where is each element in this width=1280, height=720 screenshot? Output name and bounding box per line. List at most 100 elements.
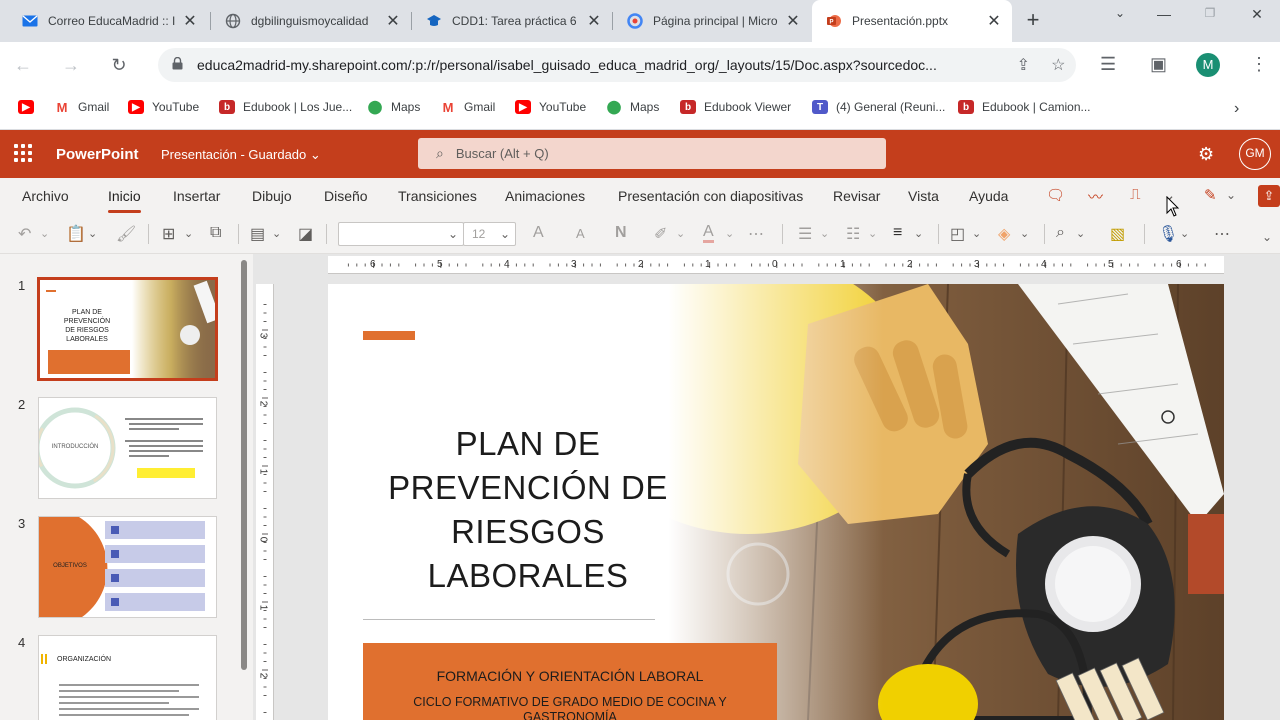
- back-icon[interactable]: ←: [10, 52, 36, 78]
- tab-dibujo[interactable]: Dibujo: [252, 188, 292, 204]
- tab-vista[interactable]: Vista: [908, 188, 939, 204]
- reading-list-icon[interactable]: ☰: [1100, 54, 1116, 75]
- bookmark-youtube[interactable]: ▶ YouTube: [515, 100, 586, 114]
- chevron-down-icon[interactable]: ⌄: [1262, 230, 1272, 244]
- app-launcher-icon[interactable]: [14, 144, 32, 162]
- tab-search-icon[interactable]: ⌄: [1106, 6, 1134, 20]
- chevron-down-icon[interactable]: ⌄: [725, 227, 734, 240]
- browser-tab-correo[interactable]: Correo EducaMadrid :: I ✕: [8, 0, 208, 42]
- close-window-button[interactable]: ✕: [1243, 6, 1271, 23]
- app-name[interactable]: PowerPoint: [56, 146, 139, 163]
- new-slide-icon[interactable]: ⊞: [162, 224, 175, 244]
- slide-1[interactable]: PLAN DE PREVENCIÓN DE RIESGOS LABORALES …: [328, 284, 1224, 720]
- chevron-down-icon[interactable]: ⌄: [1180, 227, 1189, 240]
- more-options-icon[interactable]: ⋯: [1214, 224, 1230, 244]
- reuse-slides-icon[interactable]: ⧉: [210, 224, 221, 242]
- share-icon[interactable]: ⇪: [1017, 55, 1030, 75]
- background-icon[interactable]: ◪: [298, 224, 313, 244]
- layout-icon[interactable]: ▤: [250, 224, 265, 244]
- shape-fill-icon[interactable]: ◈: [998, 224, 1010, 244]
- slide-title[interactable]: PLAN DE PREVENCIÓN DE RIESGOS LABORALES: [368, 422, 688, 598]
- chevron-down-icon[interactable]: ⌄: [1020, 227, 1029, 240]
- comments-icon[interactable]: 🗨: [1046, 186, 1065, 204]
- settings-gear-icon[interactable]: ⚙: [1198, 144, 1214, 165]
- paste-icon[interactable]: 📋: [66, 224, 86, 244]
- catch-up-icon[interactable]: 〰: [1088, 186, 1103, 207]
- tab-revisar[interactable]: Revisar: [833, 188, 880, 204]
- chevron-down-icon[interactable]: ⌄: [40, 227, 49, 240]
- bookmark-edubook-camion[interactable]: b Edubook | Camion...: [958, 100, 1091, 114]
- chevron-down-icon[interactable]: ⌄: [914, 227, 923, 240]
- search-input[interactable]: ⌕ Buscar (Alt + Q): [418, 138, 886, 169]
- tab-diseno[interactable]: Diseño: [324, 188, 368, 204]
- editing-pen-icon[interactable]: ✎: [1204, 186, 1217, 204]
- forward-icon[interactable]: →: [58, 52, 84, 78]
- more-font-options-icon[interactable]: ⋯: [748, 224, 764, 244]
- tab-transiciones[interactable]: Transiciones: [398, 188, 477, 204]
- tab-archivo[interactable]: Archivo: [22, 188, 69, 204]
- present-icon[interactable]: ⎍: [1130, 186, 1141, 203]
- grow-font-icon[interactable]: A: [533, 224, 544, 242]
- bookmark-star-icon[interactable]: ☆: [1051, 55, 1065, 75]
- chevron-down-icon[interactable]: ⌄: [88, 227, 97, 240]
- bookmark-youtube[interactable]: ▶: [18, 100, 42, 114]
- bold-icon[interactable]: N: [615, 224, 627, 242]
- tab-animaciones[interactable]: Animaciones: [505, 188, 585, 204]
- document-title[interactable]: Presentación - Guardado ⌄: [161, 147, 321, 163]
- shapes-icon[interactable]: ◰: [950, 224, 965, 244]
- shrink-font-icon[interactable]: A: [576, 226, 585, 241]
- dictate-microphone-icon[interactable]: 🎙: [1158, 224, 1178, 244]
- chevron-down-icon[interactable]: ⌄: [868, 227, 877, 240]
- undo-icon[interactable]: ↶: [18, 224, 31, 244]
- bullets-icon[interactable]: ☰: [798, 224, 812, 244]
- font-size-dropdown[interactable]: 12 ⌄: [463, 222, 516, 246]
- side-panel-icon[interactable]: ▣: [1150, 54, 1167, 75]
- slide-thumbnail-3[interactable]: OBJETIVOS: [38, 516, 217, 618]
- slide-thumbnail-1[interactable]: PLAN DE PREVENCIÓN DE RIESGOS LABORALES: [37, 277, 218, 381]
- chevron-down-icon[interactable]: ⌄: [184, 227, 193, 240]
- subtitle-box[interactable]: FORMACIÓN Y ORIENTACIÓN LABORAL CICLO FO…: [363, 643, 777, 720]
- user-avatar[interactable]: GM: [1239, 138, 1271, 170]
- highlight-icon[interactable]: ✐: [654, 224, 667, 244]
- reload-icon[interactable]: ↻: [106, 52, 132, 78]
- chevron-right-icon[interactable]: ›: [1234, 100, 1239, 118]
- tab-presentacion[interactable]: Presentación con diapositivas: [618, 188, 803, 204]
- find-icon[interactable]: ⌕: [1056, 224, 1065, 242]
- bookmark-gmail[interactable]: M Gmail: [440, 100, 495, 115]
- bookmark-maps[interactable]: ⬤ Maps: [606, 99, 659, 114]
- browser-tab-cdd1[interactable]: CDD1: Tarea práctica 6 ✕: [412, 0, 612, 42]
- bookmark-youtube[interactable]: ▶ YouTube: [128, 100, 199, 114]
- bookmark-gmail[interactable]: M Gmail: [54, 100, 109, 115]
- tab-insertar[interactable]: Insertar: [173, 188, 220, 204]
- bookmark-maps[interactable]: ⬤ Maps: [367, 99, 420, 114]
- address-bar[interactable]: educa2madrid-my.sharepoint.com/:p:/r/per…: [158, 48, 1076, 82]
- chevron-down-icon[interactable]: ⌄: [1076, 227, 1085, 240]
- tab-inicio[interactable]: Inicio: [108, 188, 141, 213]
- tab-ayuda[interactable]: Ayuda: [969, 188, 1008, 204]
- bookmark-edubook-viewer[interactable]: b Edubook Viewer: [680, 100, 791, 114]
- close-tab-icon[interactable]: ✕: [385, 11, 401, 31]
- browser-tab-presentacion[interactable]: P Presentación.pptx ✕: [812, 0, 1012, 42]
- browser-tab-dgbilinguismo[interactable]: dgbilinguismoycalidad ✕: [211, 0, 411, 42]
- close-tab-icon[interactable]: ✕: [986, 11, 1002, 31]
- browser-tab-pagina-principal[interactable]: Página principal | Micro ✕: [613, 0, 811, 42]
- chevron-down-icon[interactable]: ⌄: [1226, 188, 1236, 202]
- chevron-down-icon[interactable]: ⌄: [820, 227, 829, 240]
- designer-icon[interactable]: ▧: [1110, 224, 1125, 244]
- close-tab-icon[interactable]: ✕: [586, 11, 602, 31]
- close-tab-icon[interactable]: ✕: [182, 11, 198, 31]
- bookmark-teams-general[interactable]: T (4) General (Reuni...: [812, 100, 945, 114]
- restore-window-button[interactable]: ❐: [1196, 6, 1224, 20]
- chevron-down-icon[interactable]: ⌄: [272, 227, 281, 240]
- format-painter-icon[interactable]: 🖌: [116, 224, 136, 244]
- thumbnail-scrollbar[interactable]: [241, 260, 247, 670]
- font-family-dropdown[interactable]: ⌄: [338, 222, 464, 246]
- new-tab-button[interactable]: +: [1020, 8, 1046, 34]
- minimize-window-button[interactable]: —: [1150, 6, 1178, 22]
- slide-thumbnail-2[interactable]: INTRODUCCIÓN: [38, 397, 217, 499]
- bookmark-edubook-jue[interactable]: b Edubook | Los Jue...: [219, 100, 352, 114]
- numbering-icon[interactable]: ☷: [846, 224, 860, 244]
- chevron-down-icon[interactable]: ⌄: [676, 227, 685, 240]
- align-icon[interactable]: ≡: [893, 224, 902, 242]
- profile-avatar[interactable]: M: [1196, 53, 1220, 77]
